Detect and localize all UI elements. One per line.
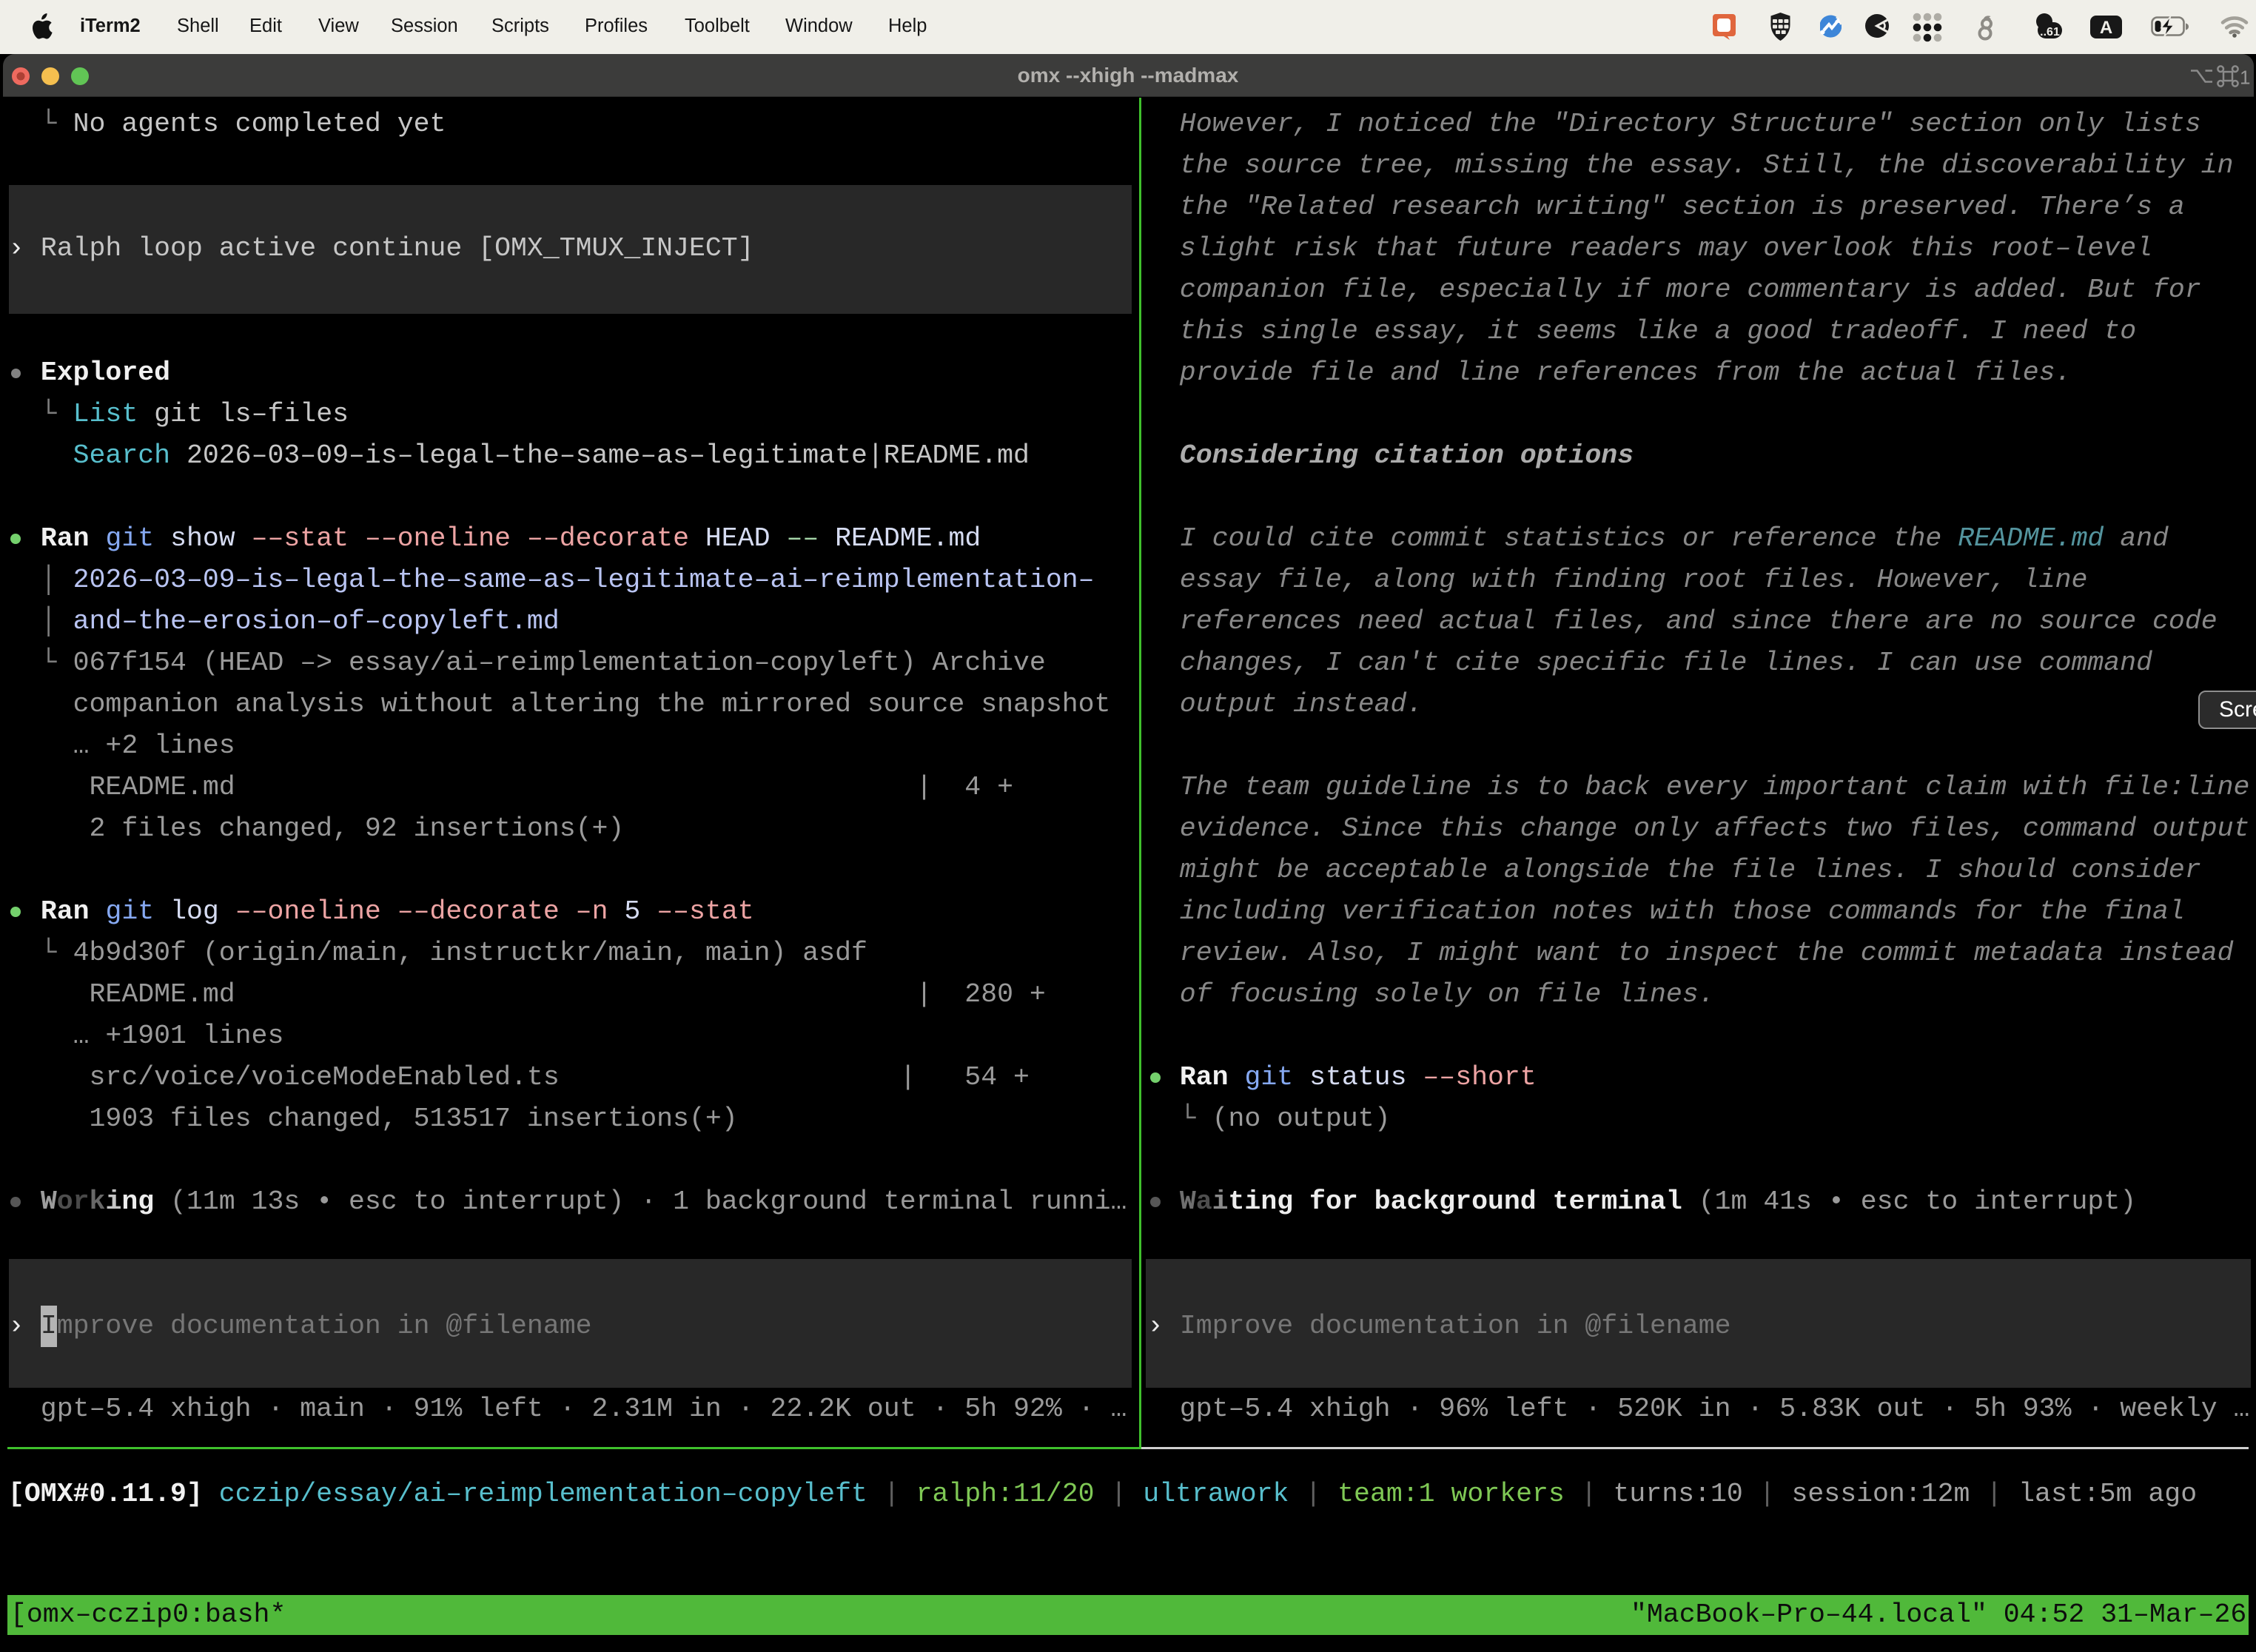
svg-text:1: 1 xyxy=(2240,67,2250,88)
svg-text:A: A xyxy=(2100,18,2112,38)
svg-text:..61: ..61 xyxy=(2040,26,2060,38)
